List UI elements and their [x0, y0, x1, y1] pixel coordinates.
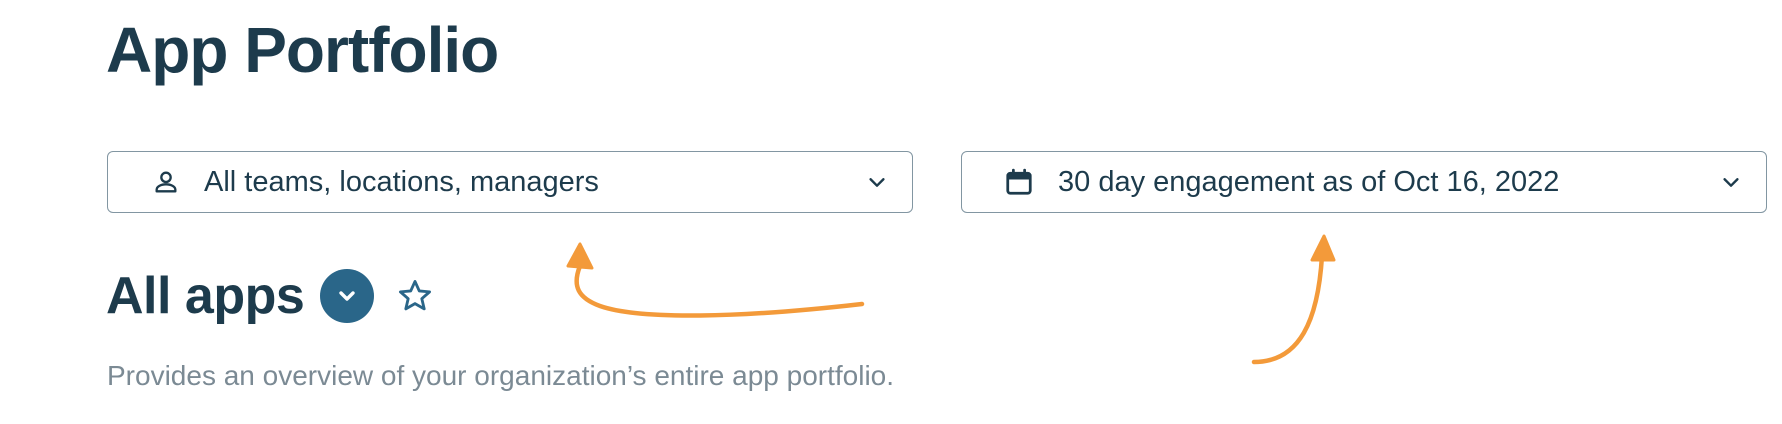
- person-icon: [155, 171, 177, 193]
- team-filter-dropdown[interactable]: All teams, locations, managers: [107, 151, 913, 213]
- chevron-down-icon: [1723, 178, 1739, 187]
- section-header: All apps: [106, 266, 434, 326]
- date-range-label: 30 day engagement as of Oct 16, 2022: [1058, 165, 1560, 198]
- arrow-head-date-filter: [1310, 234, 1336, 262]
- chevron-down-icon: [869, 178, 885, 187]
- page-title: App Portfolio: [106, 14, 499, 86]
- calendar-icon: [1006, 168, 1032, 195]
- section-description: Provides an overview of your organizatio…: [107, 360, 895, 391]
- team-filter-label: All teams, locations, managers: [204, 165, 599, 198]
- favorite-star-icon[interactable]: [396, 277, 434, 315]
- chevron-down-icon: [339, 291, 355, 301]
- arrow-to-date-filter: [1251, 253, 1325, 365]
- arrow-to-team-filter: [574, 263, 865, 318]
- arrow-head-team-filter: [566, 242, 594, 270]
- date-range-dropdown[interactable]: 30 day engagement as of Oct 16, 2022: [961, 151, 1767, 213]
- section-title: All apps: [106, 267, 305, 325]
- view-switcher-button[interactable]: [320, 269, 375, 323]
